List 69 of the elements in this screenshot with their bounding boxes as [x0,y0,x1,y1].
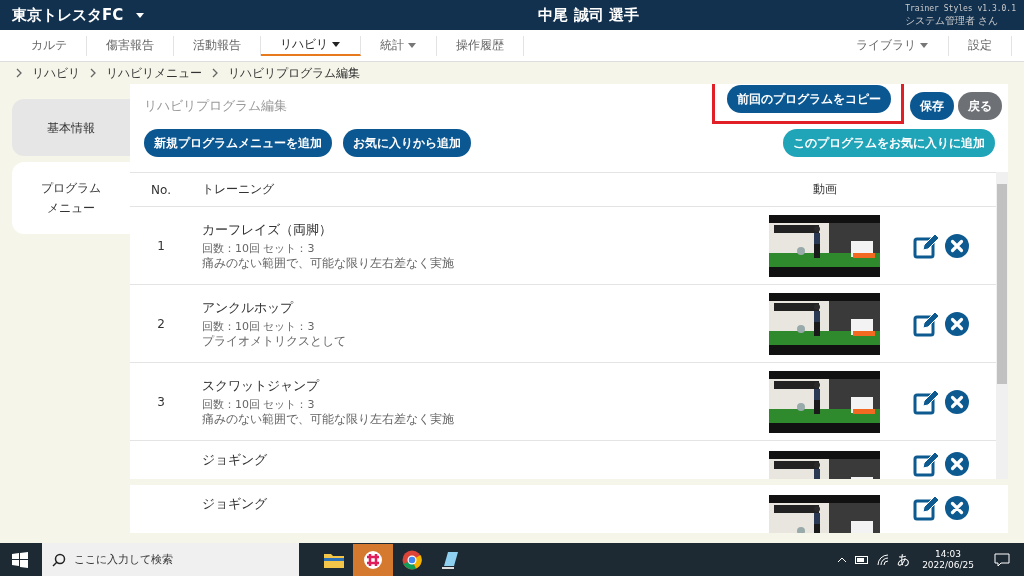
scrollbar[interactable] [996,172,1008,479]
delete-icon[interactable] [945,311,969,336]
edit-icon[interactable] [913,232,939,259]
training-detail: 回数：10回 セット：3 [202,319,316,334]
action-button[interactable]: 前回のプログラムをコピー [727,85,891,113]
nav-tab[interactable]: リハビリ [261,35,361,56]
delete-icon[interactable] [945,389,969,414]
chevron-up-icon[interactable] [837,556,848,563]
nav-tab[interactable]: ライブラリ [837,35,949,56]
chevron-icon [90,68,96,78]
browser-icon[interactable] [402,549,422,570]
delete-icon[interactable] [945,496,969,520]
notepad-icon[interactable] [440,549,460,570]
training-detail: 回数：10回 セット：3 [202,397,316,412]
edit-icon[interactable] [913,388,939,415]
scrollbar-thumb[interactable] [997,184,1007,384]
breadcrumb-link[interactable]: リハビリメニュー [106,64,202,82]
column-header: トレーニング [201,181,275,198]
battery-icon[interactable] [855,555,870,564]
edit-icon[interactable] [913,310,939,337]
search-field[interactable]: ここに入力して検索 [42,543,299,576]
nav-tab[interactable]: 操作履歴 [437,35,524,56]
column-header: 動画 [811,181,838,198]
edit-icon[interactable] [913,451,939,477]
delete-icon[interactable] [945,452,969,476]
training-name: アンクルホップ [202,298,295,317]
training-name: カーフレイズ（両脚） [202,220,333,239]
nav-tab[interactable]: 活動報告 [174,35,261,56]
training-note: プライオメトリクスとして [202,333,347,349]
team-name[interactable]: 東京トレスタFC [12,5,124,25]
training-note: 痛みのない範囲で、可能な限り左右差なく実施 [202,255,455,271]
row-number: 2 [156,316,166,331]
search-icon [52,552,66,567]
sidebar-tab[interactable]: 基本情報 [12,99,130,156]
wifi-icon[interactable] [877,553,890,566]
caret-icon [135,11,146,19]
chevron-icon [212,68,218,78]
windows-icon[interactable] [12,551,28,568]
hash-logo-icon [353,543,393,576]
clock[interactable]: 14:03 2022/06/25 [922,548,974,571]
training-detail: 回数：10回 セット：3 [202,241,316,256]
row-number: 1 [156,238,166,253]
column-header: No. [150,182,172,197]
nav-tab[interactable]: 傷害報告 [87,35,174,56]
chevron-icon [16,68,22,78]
sidebar-tab[interactable]: プログラムメニュー [12,162,130,234]
training-name: ジョギング [202,451,268,469]
training-note: 痛みのない範囲で、可能な限り左右差なく実施 [202,411,455,427]
edit-icon[interactable] [913,495,939,521]
nav-tab[interactable]: 設定 [949,35,1012,56]
player-name: 中尾 誠司 選手 [537,5,640,25]
training-name: スクワットジャンプ [202,376,321,395]
row-number: 3 [156,394,166,409]
page-title: リハビリプログラム編集 [144,97,287,115]
version-text: Trainer Styles v1.3.0.1 [905,3,1016,15]
notification-icon[interactable] [994,552,1010,567]
nav-tab[interactable]: カルテ [12,35,87,56]
ime-indicator[interactable]: あ [897,550,911,569]
breadcrumb-link[interactable]: リハビリプログラム編集 [228,64,360,82]
folder-icon[interactable] [324,551,344,568]
user-name: システム管理者 さん [905,15,999,27]
add-button[interactable]: お気に入りから追加 [343,129,471,157]
action-button[interactable]: 戻る [958,92,1002,120]
breadcrumb-link[interactable]: リハビリ [32,64,80,82]
nav-tab[interactable]: 統計 [361,35,437,56]
add-button[interactable]: 新規プログラムメニューを追加 [144,129,332,157]
delete-icon[interactable] [945,233,969,258]
action-button[interactable]: 保存 [910,92,954,120]
training-name: ジョギング [202,495,268,513]
